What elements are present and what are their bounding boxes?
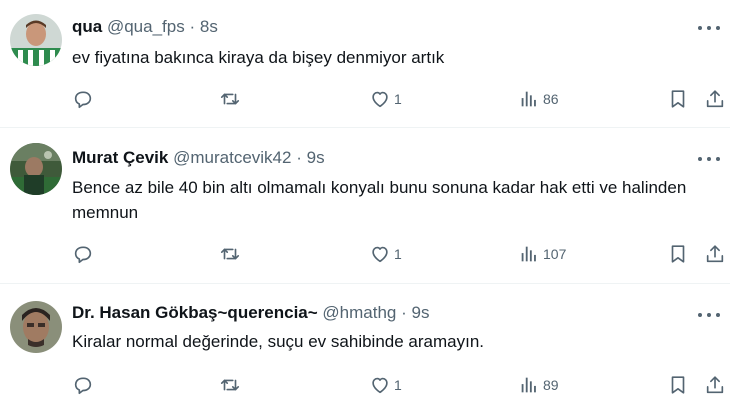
- views-button[interactable]: 89: [518, 374, 559, 396]
- bookmark-button[interactable]: [667, 88, 689, 110]
- retweet-button[interactable]: [219, 374, 241, 396]
- share-icon: [706, 245, 724, 263]
- bookmark-button[interactable]: [667, 374, 689, 396]
- reply-icon: [74, 91, 92, 109]
- tweet-header: Murat Çevik @muratcevik42 · 9s: [72, 147, 670, 169]
- reply-icon: [74, 377, 92, 395]
- separator-dot: ·: [296, 148, 302, 167]
- tweet-header: Dr. Hasan Gökbaş~querencia~ @hmathg · 9s: [72, 302, 670, 324]
- author-handle[interactable]: @qua_fps: [107, 17, 185, 36]
- author-name[interactable]: Dr. Hasan Gökbaş~querencia~: [72, 303, 318, 322]
- author-handle[interactable]: @hmathg: [322, 303, 396, 322]
- retweet-icon: [220, 379, 240, 391]
- author-handle[interactable]: @muratcevik42: [173, 148, 291, 167]
- tweet-header: qua @qua_fps · 8s: [72, 16, 670, 38]
- avatar[interactable]: [10, 14, 62, 66]
- reply-icon: [74, 246, 92, 264]
- bookmark-icon: [671, 90, 685, 108]
- like-count: 1: [394, 377, 402, 393]
- share-button[interactable]: [704, 243, 726, 265]
- avatar[interactable]: [10, 143, 62, 195]
- share-button[interactable]: [704, 88, 726, 110]
- timestamp[interactable]: 9s: [412, 303, 430, 322]
- reply-button[interactable]: [72, 243, 94, 265]
- reply-button[interactable]: [72, 374, 94, 396]
- view-count: 107: [543, 246, 567, 262]
- retweet-button[interactable]: [219, 243, 241, 265]
- author-name[interactable]: qua: [72, 17, 102, 36]
- bookmark-icon: [671, 376, 685, 394]
- views-icon: [521, 246, 536, 262]
- share-button[interactable]: [704, 374, 726, 396]
- tweet-card[interactable]: qua @qua_fps · 8s ev fiyatına bakınca ki…: [0, 0, 730, 128]
- share-icon: [706, 376, 724, 394]
- bookmark-icon: [671, 245, 685, 263]
- more-icon[interactable]: [698, 24, 720, 32]
- retweet-button[interactable]: [219, 88, 241, 110]
- share-icon: [706, 90, 724, 108]
- avatar[interactable]: [10, 301, 62, 353]
- bookmark-button[interactable]: [667, 243, 689, 265]
- tweet-feed: qua @qua_fps · 8s ev fiyatına bakınca ki…: [0, 0, 730, 420]
- heart-icon: [372, 246, 388, 263]
- like-button[interactable]: 1: [369, 374, 402, 396]
- views-icon: [521, 377, 536, 393]
- like-button[interactable]: 1: [369, 88, 402, 110]
- retweet-icon: [220, 248, 240, 260]
- like-count: 1: [394, 91, 402, 107]
- tweet-actions: 1 89: [72, 374, 730, 396]
- views-button[interactable]: 107: [518, 243, 566, 265]
- views-button[interactable]: 86: [518, 88, 559, 110]
- tweet-actions: 1 107: [72, 243, 730, 265]
- author-name[interactable]: Murat Çevik: [72, 148, 168, 167]
- more-icon[interactable]: [698, 311, 720, 319]
- like-count: 1: [394, 246, 402, 262]
- separator-dot: ·: [189, 17, 196, 36]
- view-count: 89: [543, 377, 559, 393]
- like-button[interactable]: 1: [369, 243, 402, 265]
- timestamp[interactable]: 8s: [200, 17, 218, 36]
- view-count: 86: [543, 91, 559, 107]
- retweet-icon: [220, 93, 240, 105]
- views-icon: [521, 91, 536, 107]
- reply-button[interactable]: [72, 88, 94, 110]
- heart-icon: [372, 91, 388, 108]
- tweet-card[interactable]: Murat Çevik @muratcevik42 · 9s Bence az …: [0, 128, 730, 284]
- tweet-text: ev fiyatına bakınca kiraya da bişey denm…: [72, 48, 445, 67]
- timestamp[interactable]: 9s: [307, 148, 325, 167]
- heart-icon: [372, 377, 388, 394]
- separator-dot: ·: [401, 303, 407, 322]
- tweet-text: Bence az bile 40 bin altı olmamalı konya…: [72, 178, 687, 222]
- more-icon[interactable]: [698, 155, 720, 163]
- tweet-text: Kiralar normal değerinde, suçu ev sahibi…: [72, 332, 485, 351]
- tweet-card[interactable]: Dr. Hasan Gökbaş~querencia~ @hmathg · 9s…: [0, 284, 730, 420]
- tweet-actions: 1 86: [72, 88, 730, 110]
